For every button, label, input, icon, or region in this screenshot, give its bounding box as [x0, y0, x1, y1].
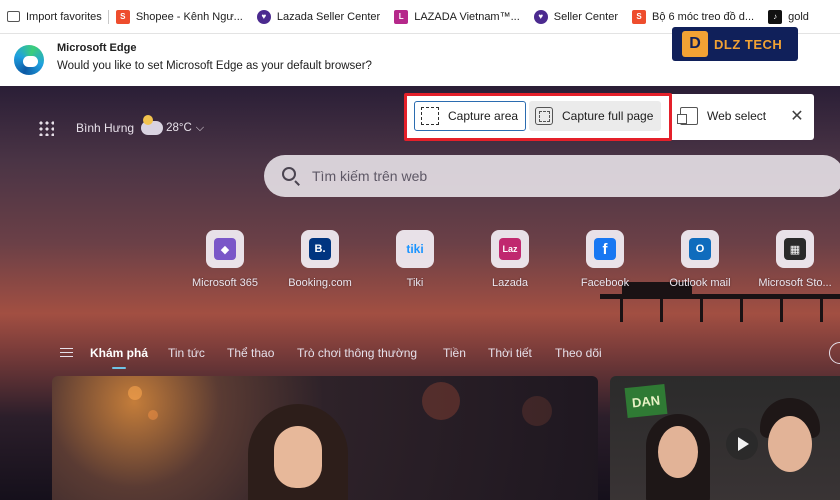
- favorite-label: Lazada Seller Center: [276, 10, 381, 23]
- favorite-seller-center[interactable]: ♥ Seller Center: [527, 0, 625, 34]
- quick-link-label: Outlook mail: [669, 277, 731, 289]
- lazada-icon: Laz: [499, 238, 521, 260]
- chevron-down-icon: ⌵: [195, 121, 205, 134]
- favorite-label: Import favorites: [26, 10, 102, 23]
- favorite-import[interactable]: Import favorites: [0, 0, 109, 34]
- dlz-tech-watermark: D DLZ TECH: [672, 27, 798, 61]
- tab-kham-pha[interactable]: Khám phá: [90, 346, 148, 369]
- quick-link-outlook[interactable]: O Outlook mail: [655, 230, 745, 289]
- hamburger-menu-icon[interactable]: [60, 348, 73, 357]
- microsoft-365-icon: ◆: [214, 238, 236, 260]
- facebook-icon: f: [594, 238, 616, 260]
- favorite-label: Seller Center: [553, 10, 618, 23]
- weather-widget[interactable]: Bình Hưng 28°C ⌵: [76, 115, 205, 135]
- quick-link-label: Tiki: [406, 277, 424, 289]
- quick-link-label: Microsoft Sto...: [758, 277, 832, 289]
- capture-full-page-label: Capture full page: [562, 109, 654, 123]
- favorite-shopee[interactable]: S Shopee - Kênh Ngư...: [109, 0, 250, 34]
- feed-navigation: Khám phá Tin tức Thể thao Trò chơi thông…: [0, 342, 840, 369]
- booking-icon: B.: [309, 238, 331, 260]
- banner-title: Microsoft Edge: [57, 42, 137, 54]
- tab-the-thao[interactable]: Thể thao: [227, 346, 274, 360]
- microsoft-store-icon: ▦: [784, 238, 806, 260]
- tab-tro-choi[interactable]: Trò chơi thông thường: [297, 346, 417, 360]
- shopee-icon: S: [115, 9, 130, 24]
- lazada-vn-icon: L: [394, 9, 409, 24]
- capture-area-button[interactable]: Capture area: [414, 101, 526, 131]
- quick-link-booking[interactable]: B. Booking.com: [275, 230, 365, 289]
- tab-theo-doi[interactable]: Theo dõi: [555, 346, 602, 360]
- feed-card-image[interactable]: [52, 376, 598, 500]
- dlz-logo-icon: D: [682, 31, 708, 57]
- quick-link-label: Lazada: [491, 277, 529, 289]
- search-icon: [282, 167, 296, 181]
- dlz-logo-text: DLZ TECH: [714, 36, 783, 52]
- quick-link-label: Microsoft 365: [191, 277, 259, 289]
- favorite-label: Shopee - Kênh Ngư...: [135, 10, 243, 23]
- web-select-icon: [677, 107, 698, 125]
- quick-link-label: Facebook: [580, 277, 630, 289]
- app-launcher-icon[interactable]: [38, 120, 54, 136]
- quick-link-label: Booking.com: [288, 277, 352, 289]
- import-icon: [7, 11, 20, 22]
- weather-temperature: 28°C: [166, 122, 192, 134]
- quick-link-facebook[interactable]: f Facebook: [560, 230, 650, 289]
- show-logo: DAN: [624, 383, 668, 419]
- favorite-label: LAZADA Vietnam™...: [414, 10, 520, 23]
- quick-link-tiki[interactable]: tiki Tiki: [370, 230, 460, 289]
- close-capture-button[interactable]: ✕: [784, 101, 810, 131]
- quick-link-microsoft-365[interactable]: ◆ Microsoft 365: [180, 230, 270, 289]
- edge-logo-icon: [14, 45, 44, 75]
- capture-area-icon: [421, 107, 439, 125]
- favorite-lazada-vietnam[interactable]: L LAZADA Vietnam™...: [387, 0, 527, 34]
- tab-tien[interactable]: Tiền: [443, 346, 466, 360]
- web-select-label: Web select: [707, 109, 767, 123]
- tiktok-icon: ♪: [768, 9, 783, 24]
- quick-link-microsoft-store[interactable]: ▦ Microsoft Sto...: [750, 230, 840, 289]
- search-box[interactable]: [264, 155, 840, 197]
- web-select-button[interactable]: Web select: [674, 101, 784, 131]
- shopee-icon: S: [631, 9, 646, 24]
- lazada-icon: ♥: [533, 9, 548, 24]
- capture-area-label: Capture area: [448, 109, 519, 123]
- banner-message: Would you like to set Microsoft Edge as …: [57, 60, 372, 72]
- quick-link-lazada[interactable]: Laz Lazada: [465, 230, 555, 289]
- play-icon[interactable]: [726, 428, 758, 460]
- tab-tin-tuc[interactable]: Tin tức: [168, 346, 205, 360]
- lazada-icon: ♥: [256, 9, 271, 24]
- favorite-lazada-seller-center[interactable]: ♥ Lazada Seller Center: [250, 0, 387, 34]
- capture-full-page-button[interactable]: Capture full page: [529, 101, 661, 131]
- singer-photo: [240, 400, 356, 500]
- capture-full-page-icon: [535, 107, 553, 125]
- feed-card-video[interactable]: DAN: [610, 376, 840, 500]
- favorite-label: Bộ 6 móc treo đồ d...: [651, 10, 755, 23]
- favorite-label: gold: [788, 10, 809, 23]
- feed-scroll-button[interactable]: [829, 342, 840, 364]
- partly-cloudy-icon: [141, 115, 164, 135]
- outlook-icon: O: [689, 238, 711, 260]
- weather-location: Bình Hưng: [76, 121, 135, 135]
- tab-thoi-tiet[interactable]: Thời tiết: [488, 346, 532, 360]
- tiki-icon: tiki: [406, 242, 424, 256]
- new-tab-page: Bình Hưng 28°C ⌵ Capture area Capture fu…: [0, 86, 840, 500]
- close-icon: ✕: [790, 108, 804, 125]
- search-input[interactable]: [312, 155, 812, 197]
